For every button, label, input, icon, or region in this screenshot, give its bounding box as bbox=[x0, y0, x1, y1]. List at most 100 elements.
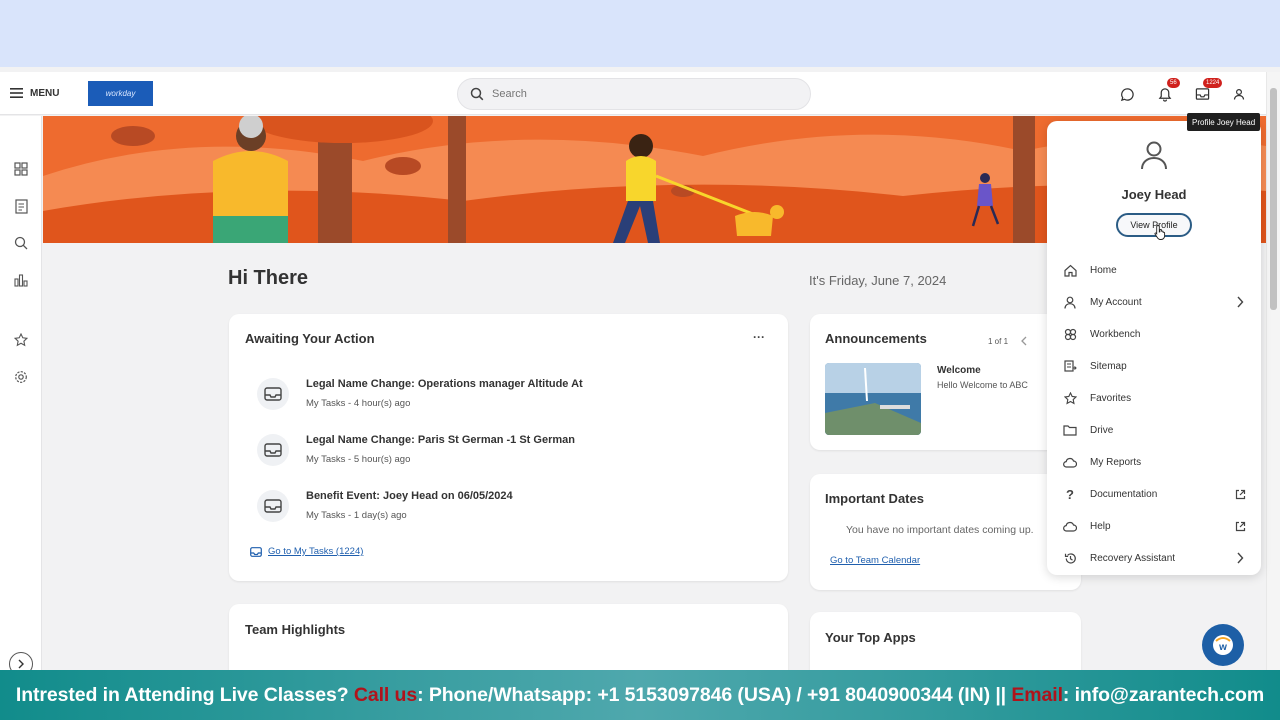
menu-button[interactable]: MENU bbox=[10, 82, 59, 104]
search-icon bbox=[470, 87, 484, 101]
profile-menu-help[interactable]: Help bbox=[1063, 516, 1247, 536]
workbench-icon bbox=[1063, 327, 1077, 341]
chevron-left-icon bbox=[1021, 336, 1027, 346]
page-scrollbar[interactable] bbox=[1266, 72, 1280, 672]
external-link-icon bbox=[1233, 487, 1247, 501]
profile-icon[interactable] bbox=[1229, 84, 1249, 104]
workday-assistant-icon: w bbox=[1213, 635, 1233, 655]
important-dates-card: Important Dates You have no important da… bbox=[810, 474, 1081, 590]
report-doc-icon[interactable] bbox=[13, 198, 29, 214]
go-to-my-tasks-link[interactable]: Go to My Tasks (1224) bbox=[250, 546, 363, 557]
team-highlights-title: Team Highlights bbox=[245, 622, 346, 637]
profile-name: Joey Head bbox=[1121, 187, 1187, 202]
inbox-link-icon bbox=[250, 546, 262, 557]
global-header: MENU workday 56 1224 bbox=[0, 72, 1266, 115]
star-icon[interactable] bbox=[13, 332, 29, 348]
promo-phone-text: : Phone/Whatsapp: +1 5153097846 (USA) / … bbox=[417, 683, 1012, 706]
profile-menu-sitemap[interactable]: Sitemap bbox=[1063, 356, 1247, 376]
promo-email-label: Email bbox=[1011, 683, 1063, 706]
announcement-thumbnail[interactable] bbox=[825, 363, 921, 435]
svg-text:w: w bbox=[1218, 642, 1227, 653]
workday-logo[interactable]: workday bbox=[88, 81, 153, 106]
chevron-right-icon bbox=[18, 659, 24, 669]
menu-item-label: Sitemap bbox=[1090, 360, 1127, 372]
page-greeting: Hi There bbox=[228, 267, 309, 289]
task-item[interactable]: Benefit Event: Joey Head on 06/05/2024 M… bbox=[257, 490, 757, 534]
scrollbar-thumb[interactable] bbox=[1270, 88, 1277, 310]
profile-menu-panel: Joey Head View Profile Home My Account W… bbox=[1047, 121, 1261, 575]
announcements-card: Announcements 1 of 1 Welcome Hello Welco… bbox=[810, 314, 1081, 450]
gear-icon[interactable] bbox=[13, 369, 29, 385]
inbox-tray-icon bbox=[257, 434, 289, 466]
announcements-title: Announcements bbox=[825, 331, 927, 346]
task-title[interactable]: Benefit Event: Joey Head on 06/05/2024 bbox=[306, 490, 513, 502]
logo-text: workday bbox=[105, 89, 136, 98]
menu-item-label: Help bbox=[1090, 520, 1111, 532]
announcement-title[interactable]: Welcome bbox=[937, 365, 981, 376]
menu-item-label: Recovery Assistant bbox=[1090, 552, 1176, 564]
profile-menu-favorites[interactable]: Favorites bbox=[1063, 388, 1247, 408]
more-options-button[interactable]: ··· bbox=[753, 330, 765, 344]
announcements-pager: 1 of 1 bbox=[988, 337, 1009, 346]
awaiting-action-card: Awaiting Your Action ··· Legal Name Chan… bbox=[229, 314, 788, 581]
go-to-team-calendar-link[interactable]: Go to Team Calendar bbox=[830, 555, 920, 566]
question-icon: ? bbox=[1066, 486, 1074, 502]
history-icon bbox=[1063, 551, 1077, 565]
no-important-dates-text: You have no important dates coming up. bbox=[846, 524, 1034, 536]
home-icon bbox=[1063, 263, 1077, 277]
assistant-chat-button[interactable]: w bbox=[1202, 624, 1244, 666]
menu-item-label: Documentation bbox=[1090, 488, 1158, 500]
go-to-my-tasks-label[interactable]: Go to My Tasks (1224) bbox=[268, 546, 363, 557]
profile-menu-workbench[interactable]: Workbench bbox=[1063, 324, 1247, 344]
task-item[interactable]: Legal Name Change: Paris St German -1 St… bbox=[257, 434, 757, 478]
chevron-right-icon bbox=[1233, 295, 1247, 309]
profile-menu-my-account[interactable]: My Account bbox=[1063, 292, 1247, 312]
chevron-right-icon bbox=[1233, 551, 1247, 565]
menu-label: MENU bbox=[30, 87, 60, 99]
notifications-bell-icon[interactable]: 56 bbox=[1155, 78, 1180, 104]
task-title[interactable]: Legal Name Change: Operations manager Al… bbox=[306, 378, 583, 390]
promo-email-text: : info@zarantech.com bbox=[1062, 683, 1265, 706]
external-link-icon bbox=[1233, 519, 1247, 533]
hand-cursor-icon bbox=[1154, 225, 1166, 240]
promo-text-intro: Intrested in Attending Live Classes? bbox=[15, 683, 354, 706]
left-sidebar bbox=[0, 116, 42, 676]
top-apps-title: Your Top Apps bbox=[825, 630, 916, 645]
inbox-badge: 1224 bbox=[1203, 78, 1223, 88]
browser-top-area bbox=[0, 0, 1280, 67]
announcement-text: Hello Welcome to ABC bbox=[937, 380, 1028, 390]
inbox-tray-icon bbox=[257, 378, 289, 410]
search-bar[interactable] bbox=[457, 78, 811, 110]
menu-item-label: My Reports bbox=[1090, 456, 1142, 468]
cloud-icon bbox=[1063, 519, 1077, 533]
search-lens-icon[interactable] bbox=[13, 235, 29, 251]
notifications-badge: 56 bbox=[1167, 78, 1180, 88]
promo-footer-banner: Intrested in Attending Live Classes? Cal… bbox=[0, 670, 1280, 720]
task-title[interactable]: Legal Name Change: Paris St German -1 St… bbox=[306, 434, 575, 446]
star-icon bbox=[1063, 391, 1077, 405]
chat-icon[interactable] bbox=[1117, 84, 1137, 104]
task-meta: My Tasks - 1 day(s) ago bbox=[306, 510, 407, 521]
user-avatar-icon bbox=[1140, 140, 1168, 175]
bar-chart-icon[interactable] bbox=[13, 272, 29, 288]
profile-menu-home[interactable]: Home bbox=[1063, 260, 1247, 280]
folder-icon bbox=[1063, 423, 1077, 437]
important-dates-title: Important Dates bbox=[825, 491, 924, 506]
dashboard-icon[interactable] bbox=[13, 161, 29, 177]
menu-item-label: Workbench bbox=[1090, 328, 1141, 340]
profile-menu-documentation[interactable]: ? Documentation bbox=[1063, 484, 1247, 504]
inbox-icon[interactable]: 1224 bbox=[1192, 78, 1223, 104]
search-input[interactable] bbox=[492, 88, 792, 100]
inbox-tray-icon bbox=[257, 490, 289, 522]
previous-announcement-button[interactable] bbox=[1020, 333, 1028, 351]
person-icon bbox=[1063, 295, 1077, 309]
task-item[interactable]: Legal Name Change: Operations manager Al… bbox=[257, 378, 757, 422]
current-date: It's Friday, June 7, 2024 bbox=[809, 273, 947, 288]
menu-item-label: Drive bbox=[1090, 424, 1114, 436]
promo-call-us: Call us bbox=[353, 683, 418, 706]
task-meta: My Tasks - 5 hour(s) ago bbox=[306, 454, 411, 465]
profile-menu-drive[interactable]: Drive bbox=[1063, 420, 1247, 440]
menu-item-label: My Account bbox=[1090, 296, 1142, 308]
profile-menu-my-reports[interactable]: My Reports bbox=[1063, 452, 1247, 472]
profile-menu-recovery-assistant[interactable]: Recovery Assistant bbox=[1063, 548, 1247, 568]
